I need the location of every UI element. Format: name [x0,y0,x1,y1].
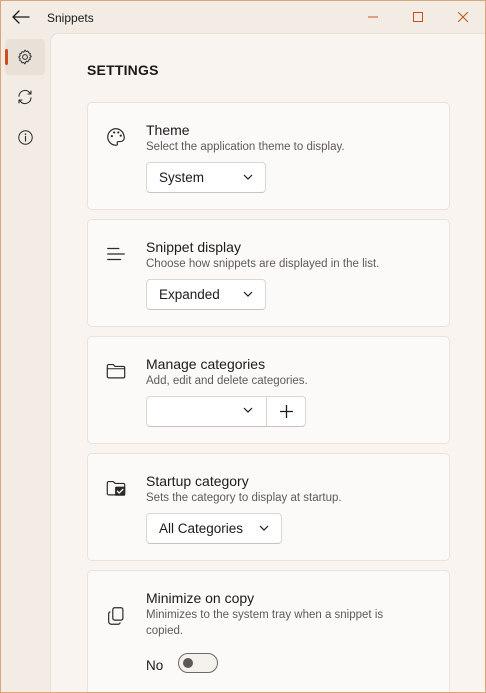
startup-category-dropdown-value: All Categories [159,521,244,536]
folder-icon [104,359,128,383]
category-dropdown[interactable] [147,397,267,426]
snippet-display-description: Choose how snippets are displayed in the… [146,258,380,270]
palette-icon [104,125,128,149]
minimize-on-copy-description: Minimizes to the system tray when a snip… [146,609,384,637]
theme-card: Theme Select the application theme to di… [87,102,450,210]
settings-icon [18,49,32,65]
nav-item-sync[interactable] [5,79,45,115]
snippet-display-dropdown-value: Expanded [159,287,220,302]
toggle-knob [183,658,193,668]
maximize-button[interactable] [396,1,440,33]
close-icon [458,12,468,22]
snippet-display-title: Snippet display [146,239,241,255]
theme-dropdown[interactable]: System [146,162,266,193]
nav-item-about[interactable] [5,119,45,155]
app-window: Snippets SETTINGS Theme Select the appli… [0,0,486,693]
manage-categories-title: Manage categories [146,356,266,372]
info-icon [17,129,33,145]
close-button[interactable] [441,1,485,33]
plus-icon [279,405,293,418]
list-lines-icon [104,242,128,266]
minimize-on-copy-card: Minimize on copy Minimizes to the system… [87,570,450,692]
theme-dropdown-value: System [159,170,205,185]
startup-category-description: Sets the category to display at startup. [146,492,342,504]
startup-category-title: Startup category [146,473,249,489]
theme-title: Theme [146,122,190,138]
nav-selection-indicator [5,49,8,65]
toggle-state-label: No [146,658,164,673]
add-category-button[interactable] [267,397,305,426]
back-arrow-icon [12,10,30,24]
minimize-icon [368,16,378,18]
chevron-down-icon [243,174,253,180]
window-title: Snippets [47,11,94,25]
settings-page: SETTINGS Theme Select the application th… [50,33,485,692]
minimize-button[interactable] [351,1,395,33]
manage-categories-card: Manage categories Add, edit and delete c… [87,336,450,444]
manage-categories-description: Add, edit and delete categories. [146,375,308,387]
sync-icon [18,89,32,105]
snippet-display-dropdown[interactable]: Expanded [146,279,266,310]
startup-category-dropdown[interactable]: All Categories [146,513,282,544]
chevron-down-icon [243,291,253,297]
maximize-icon [413,12,423,22]
minimize-on-copy-toggle[interactable] [178,653,218,673]
nav-item-settings[interactable] [5,39,45,75]
startup-category-card: Startup category Sets the category to di… [87,453,450,561]
folder-check-icon [104,476,128,500]
title-bar: Snippets [1,1,485,33]
copy-icon [104,604,128,628]
category-split-dropdown [146,396,306,427]
minimize-on-copy-title: Minimize on copy [146,590,255,606]
nav-rail [1,33,49,692]
chevron-down-icon [243,407,253,413]
back-button[interactable] [7,5,35,29]
snippet-display-card: Snippet display Choose how snippets are … [87,219,450,327]
page-title: SETTINGS [87,62,159,78]
theme-description: Select the application theme to display. [146,141,345,153]
chevron-down-icon [259,525,269,531]
